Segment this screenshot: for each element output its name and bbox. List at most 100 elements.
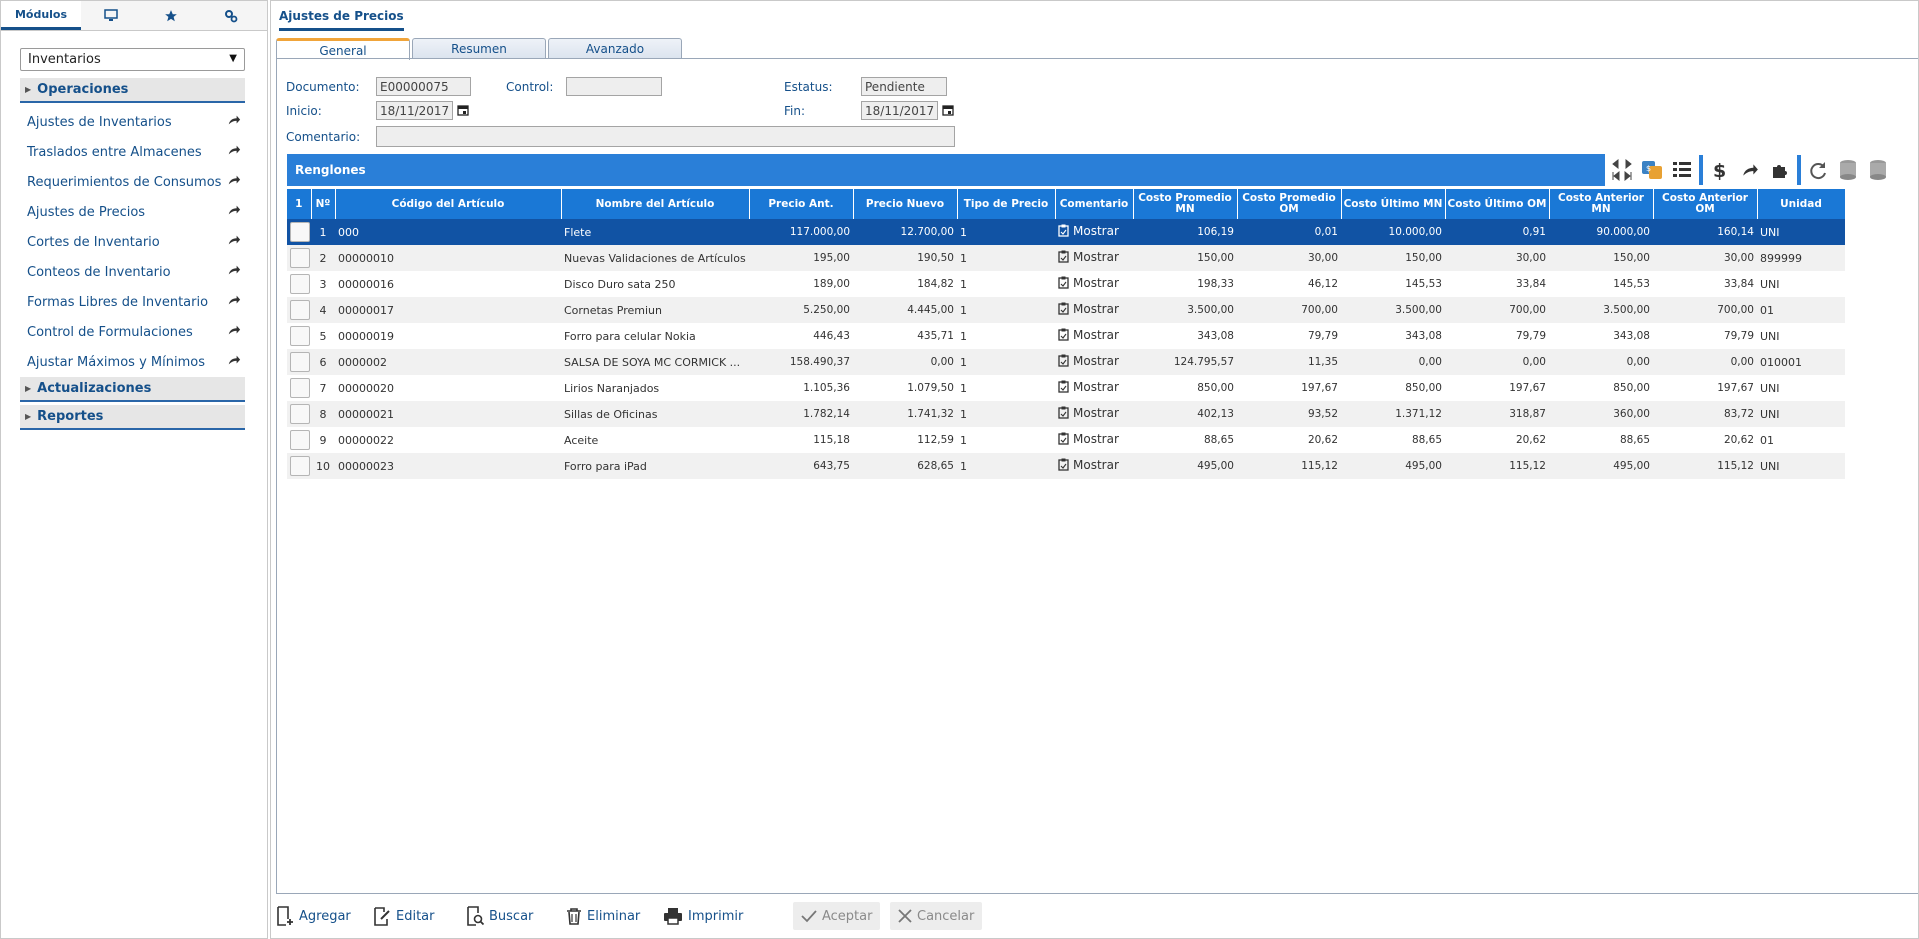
cell-comentario[interactable]: Mostrar xyxy=(1055,375,1133,401)
row-checkbox[interactable] xyxy=(290,352,310,372)
comment-show-link[interactable]: Mostrar xyxy=(1058,380,1119,394)
aceptar-button[interactable]: Aceptar xyxy=(793,902,881,930)
menu-item-ajustes-precios[interactable]: Ajustes de Precios xyxy=(27,201,241,223)
col-header-costo-anterior-om[interactable]: Costo Anterior OM xyxy=(1653,189,1758,219)
row-checkbox[interactable] xyxy=(290,274,310,294)
col-header-unidad[interactable]: Unidad xyxy=(1757,189,1846,219)
tab-settings[interactable] xyxy=(201,1,261,30)
col-header-costo-ultimo-mn[interactable]: Costo Último MN xyxy=(1341,189,1446,219)
table-row[interactable]: 9 00000022 Aceite 115,18 112,59 1 Mostrar 88,65… xyxy=(287,427,1845,453)
comment-show-link[interactable]: Mostrar xyxy=(1058,328,1119,342)
cell-comentario[interactable]: Mostrar xyxy=(1055,271,1133,297)
database-alt-button[interactable] xyxy=(1863,155,1893,185)
comment-show-link[interactable]: Mostrar xyxy=(1058,432,1119,446)
agregar-button[interactable]: Agregar xyxy=(276,902,351,930)
inicio-date-field[interactable]: 18/11/2017 xyxy=(376,101,453,120)
menu-item-ajustes-inventarios[interactable]: Ajustes de Inventarios xyxy=(27,111,241,133)
table-row[interactable]: 6 0000002 SALSA DE SOYA MC CORMICK ... 158.… xyxy=(287,349,1845,375)
star-icon xyxy=(165,9,177,21)
tab-general[interactable]: General xyxy=(276,38,410,60)
menu-item-cortes[interactable]: Cortes de Inventario xyxy=(27,231,241,253)
tab-modulos[interactable]: Módulos xyxy=(1,1,81,30)
control-field[interactable] xyxy=(566,77,662,96)
module-select[interactable]: Inventarios ▼ xyxy=(20,48,245,71)
row-checkbox[interactable] xyxy=(290,404,310,424)
comment-show-link[interactable]: Mostrar xyxy=(1058,458,1119,472)
editar-button[interactable]: Editar xyxy=(373,902,435,930)
table-row[interactable]: 1 000 Flete 117.000,00 12.700,00 1 Mostrar 106,… xyxy=(287,219,1845,245)
cell-comentario[interactable]: Mostrar xyxy=(1055,245,1133,271)
tab-favorites[interactable] xyxy=(141,1,201,30)
comment-show-link[interactable]: Mostrar xyxy=(1058,250,1119,264)
cell-comentario[interactable]: Mostrar xyxy=(1055,401,1133,427)
col-header-costo-promedio-mn[interactable]: Costo Promedio MN xyxy=(1133,189,1238,219)
col-header-comentario[interactable]: Comentario xyxy=(1055,189,1134,219)
table-row[interactable]: 2 00000010 Nuevas Validaciones de Artículo… xyxy=(287,245,1845,271)
imprimir-button[interactable]: Imprimir xyxy=(663,902,743,930)
row-checkbox[interactable] xyxy=(290,326,310,346)
tab-monitor[interactable] xyxy=(81,1,141,30)
row-checkbox[interactable] xyxy=(290,248,310,268)
menu-item-conteos[interactable]: Conteos de Inventario xyxy=(27,261,241,283)
row-checkbox[interactable] xyxy=(290,456,310,476)
refresh-button[interactable] xyxy=(1803,155,1833,185)
col-header-precio-ant[interactable]: Precio Ant. xyxy=(749,189,854,219)
col-header-tipo-precio[interactable]: Tipo de Precio xyxy=(957,189,1056,219)
row-checkbox[interactable] xyxy=(290,430,310,450)
menu-item-traslados[interactable]: Traslados entre Almacenes xyxy=(27,141,241,163)
row-checkbox[interactable] xyxy=(290,378,310,398)
comment-show-link[interactable]: Mostrar xyxy=(1058,406,1119,420)
col-header-costo-promedio-om[interactable]: Costo Promedio OM xyxy=(1237,189,1342,219)
cell-comentario[interactable]: Mostrar xyxy=(1055,349,1133,375)
comentario-field[interactable] xyxy=(376,126,955,147)
table-row[interactable]: 4 00000017 Cornetas Premiun 5.250,00 4.445,0… xyxy=(287,297,1845,323)
col-header-costo-ultimo-om[interactable]: Costo Último OM xyxy=(1445,189,1550,219)
col-header-costo-anterior-mn[interactable]: Costo Anterior MN xyxy=(1549,189,1654,219)
section-operaciones[interactable]: ▶ Operaciones xyxy=(20,78,245,103)
table-row[interactable]: 7 00000020 Lirios Naranjados 1.105,36 1.079,… xyxy=(287,375,1845,401)
comment-show-link[interactable]: Mostrar xyxy=(1058,276,1119,290)
buscar-button[interactable]: Buscar xyxy=(466,902,533,930)
table-row[interactable]: 8 00000021 Sillas de Oficinas 1.782,14 1.741… xyxy=(287,401,1845,427)
col-header-number[interactable]: Nº xyxy=(311,189,336,219)
database-button[interactable] xyxy=(1833,155,1863,185)
documento-field[interactable]: E00000075 xyxy=(376,77,471,96)
comment-show-link[interactable]: Mostrar xyxy=(1058,224,1119,238)
list-view-button[interactable] xyxy=(1667,155,1697,185)
row-checkbox[interactable] xyxy=(290,222,310,242)
calendar-icon[interactable] xyxy=(942,104,954,116)
col-header-codigo[interactable]: Código del Artículo xyxy=(335,189,562,219)
plugin-button[interactable] xyxy=(1765,155,1795,185)
cancelar-button[interactable]: Cancelar xyxy=(890,902,983,930)
tab-resumen[interactable]: Resumen xyxy=(412,38,546,59)
menu-item-maximos-minimos[interactable]: Ajustar Máximos y Mínimos xyxy=(27,351,241,373)
comment-show-link[interactable]: Mostrar xyxy=(1058,354,1119,368)
eliminar-button[interactable]: Eliminar xyxy=(566,902,640,930)
table-row[interactable]: 10 00000023 Forro para iPad 643,75 628,65 1 Mo… xyxy=(287,453,1845,479)
tab-avanzado[interactable]: Avanzado xyxy=(548,38,682,59)
cell-comentario[interactable]: Mostrar xyxy=(1055,427,1133,453)
price-button[interactable]: $ xyxy=(1705,155,1735,185)
section-actualizaciones[interactable]: ▶ Actualizaciones xyxy=(20,377,245,402)
cell-comentario[interactable]: Mostrar xyxy=(1055,323,1133,349)
translate-button[interactable]: $ xyxy=(1637,155,1667,185)
cell-comentario[interactable]: Mostrar xyxy=(1055,453,1133,479)
calendar-icon[interactable] xyxy=(457,104,469,116)
col-header-precio-nuevo[interactable]: Precio Nuevo xyxy=(853,189,958,219)
navigation-arrows[interactable] xyxy=(1607,155,1637,185)
forward-button[interactable] xyxy=(1735,155,1765,185)
cell-comentario[interactable]: Mostrar xyxy=(1055,219,1133,245)
menu-item-formas-libres[interactable]: Formas Libres de Inventario xyxy=(27,291,241,313)
col-header-nombre[interactable]: Nombre del Artículo xyxy=(561,189,750,219)
tab-label: Resumen xyxy=(451,42,507,56)
fin-date-field[interactable]: 18/11/2017 xyxy=(861,101,938,120)
table-row[interactable]: 5 00000019 Forro para celular Nokia 446,43 4… xyxy=(287,323,1845,349)
menu-item-formulaciones[interactable]: Control de Formulaciones xyxy=(27,321,241,343)
cell-comentario[interactable]: Mostrar xyxy=(1055,297,1133,323)
row-checkbox[interactable] xyxy=(290,300,310,320)
comment-show-link[interactable]: Mostrar xyxy=(1058,302,1119,316)
menu-item-requerimientos[interactable]: Requerimientos de Consumos xyxy=(27,171,241,193)
section-reportes[interactable]: ▶ Reportes xyxy=(20,405,245,430)
col-header-select[interactable]: 1 xyxy=(287,189,312,219)
table-row[interactable]: 3 00000016 Disco Duro sata 250 189,00 184,82… xyxy=(287,271,1845,297)
